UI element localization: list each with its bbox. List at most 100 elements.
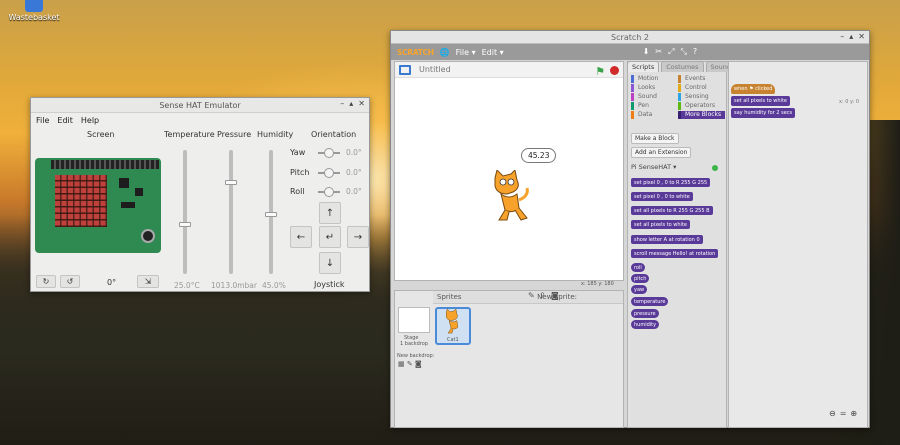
menu-help[interactable]: Help <box>81 116 99 125</box>
fullscreen-icon[interactable] <box>399 64 411 75</box>
project-title[interactable]: Untitled <box>419 65 451 74</box>
block-show-letter[interactable]: show letter A at rotation 0 <box>631 235 703 244</box>
category-data[interactable]: Data <box>631 111 678 119</box>
menu-file[interactable]: File <box>36 116 49 125</box>
block-set-pixel-rgb[interactable]: set pixel 0 , 0 to R 255 G 255 <box>631 178 711 187</box>
block-set-all-pixels-rgb[interactable]: set all pixels to R 255 G 255 B <box>631 206 713 215</box>
pitch-slider[interactable] <box>318 167 340 178</box>
category-sound[interactable]: Sound <box>631 93 678 101</box>
reporter-humidity[interactable]: humidity <box>631 320 660 329</box>
stage-thumbnail[interactable] <box>398 307 430 333</box>
editor-tabs: Scripts Costumes Sounds <box>627 61 740 72</box>
stage[interactable]: Untitled ⚑ 45.23 <box>394 61 624 281</box>
paint-backdrop-icon[interactable]: ▦ ✎ ◙ <box>398 361 422 368</box>
duplicate-icon[interactable]: ⬇ <box>643 47 650 57</box>
yaw-value: 0.0° <box>346 148 362 157</box>
scratch-window: Scratch 2 – ▴ ✕ SCRATCH 🌐 File ▾ Edit ▾ … <box>390 30 870 428</box>
reporter-temperature[interactable]: temperature <box>631 297 669 306</box>
desktop-icon-wastebasket[interactable]: Wastebasket <box>8 0 60 22</box>
humidity-slider[interactable] <box>265 150 277 274</box>
script-say-humidity[interactable]: say humidity for 2 secs <box>731 108 796 118</box>
block-scroll-message[interactable]: scroll message Hello! at rotation <box>631 249 719 258</box>
pressure-slider-knob[interactable] <box>225 180 237 185</box>
pressure-header: Pressure <box>217 130 252 139</box>
menu-edit[interactable]: Edit ▾ <box>482 48 504 57</box>
temperature-slider-knob[interactable] <box>179 222 191 227</box>
category-more-blocks[interactable]: More Blocks <box>678 111 725 119</box>
category-looks[interactable]: Looks <box>631 84 678 92</box>
close-icon[interactable]: ✕ <box>358 99 365 108</box>
script-set-all-pixels[interactable]: set all pixels to white <box>731 96 790 106</box>
reporter-yaw[interactable]: yaw <box>631 285 648 294</box>
temperature-slider[interactable] <box>179 150 191 274</box>
upload-sprite-icon[interactable]: ⇪ <box>539 292 546 300</box>
joystick-enter-button[interactable]: ↵ <box>319 226 341 248</box>
roll-slider[interactable] <box>318 186 340 197</box>
zoom-in-icon[interactable]: ⊕ <box>850 409 857 418</box>
paint-sprite-icon[interactable]: ✎ <box>528 292 535 300</box>
sense-hat-titlebar[interactable]: Sense HAT Emulator – ▴ ✕ <box>31 98 369 113</box>
category-motion[interactable]: Motion <box>631 75 678 83</box>
roll-value: 0.0° <box>346 187 362 196</box>
scratch-titlebar[interactable]: Scratch 2 – ▴ ✕ <box>391 31 869 44</box>
menu-edit[interactable]: Edit <box>57 116 73 125</box>
green-flag-icon[interactable]: ⚑ <box>595 65 605 78</box>
sense-hat-window: Sense HAT Emulator – ▴ ✕ File Edit Help … <box>30 97 370 292</box>
sprite-thumbnail-cat1[interactable]: Cat1 <box>435 307 471 345</box>
stage-header: Untitled ⚑ <box>395 62 623 78</box>
pressure-slider[interactable] <box>225 150 237 274</box>
scratch-cat-sprite[interactable] <box>487 170 531 224</box>
yaw-slider[interactable] <box>318 147 340 158</box>
category-sensing[interactable]: Sensing <box>678 93 725 101</box>
minimize-icon[interactable]: – <box>840 32 844 41</box>
humidity-header: Humidity <box>257 130 294 139</box>
grow-icon[interactable]: ⤢ <box>668 47 674 57</box>
menu-file[interactable]: File ▾ <box>456 48 476 57</box>
make-a-block-button[interactable]: Make a Block <box>631 133 679 144</box>
camera-sprite-icon[interactable]: ◙ <box>551 292 559 300</box>
joystick-up-button[interactable]: ↑ <box>319 202 341 224</box>
block-set-all-pixels-color[interactable]: set all pixels to white <box>631 220 690 229</box>
zoom-reset-icon[interactable]: = <box>840 409 847 418</box>
window-title: Scratch 2 <box>611 32 649 42</box>
joystick-left-button[interactable]: ← <box>290 226 312 248</box>
reporter-roll[interactable]: roll <box>631 263 645 272</box>
desktop-icon-label: Wastebasket <box>8 13 60 22</box>
reporter-pitch[interactable]: pitch <box>631 274 650 283</box>
globe-icon[interactable]: 🌐 <box>440 48 450 57</box>
chip <box>119 178 129 188</box>
rotate-cw-button[interactable]: ↺ <box>60 275 80 288</box>
category-pen[interactable]: Pen <box>631 102 678 110</box>
wastebasket-icon <box>25 0 43 12</box>
extension-name[interactable]: Pi SenseHAT ▾ <box>631 163 676 171</box>
scratch-logo: SCRATCH <box>397 47 434 57</box>
zoom-out-icon[interactable]: ⊖ <box>829 409 836 418</box>
humidity-value: 45.0% <box>262 281 286 290</box>
maximize-icon[interactable]: ▴ <box>349 99 353 108</box>
reporter-pressure[interactable]: pressure <box>631 309 659 318</box>
roll-slider-knob[interactable] <box>324 186 334 197</box>
tab-costumes[interactable]: Costumes <box>661 61 704 72</box>
category-control[interactable]: Control <box>678 84 725 92</box>
cut-icon[interactable]: ✂ <box>655 47 662 57</box>
block-set-pixel-color[interactable]: set pixel 0 , 0 to white <box>631 192 693 201</box>
category-operators[interactable]: Operators <box>678 102 725 110</box>
help-icon[interactable]: ? <box>693 47 697 57</box>
category-events[interactable]: Events <box>678 75 725 83</box>
pressure-value: 1013.0mbar <box>211 281 257 290</box>
minimize-icon[interactable]: – <box>340 99 344 108</box>
yaw-slider-knob[interactable] <box>324 147 334 158</box>
stop-icon[interactable] <box>610 66 619 75</box>
rotate-ccw-button[interactable]: ↻ <box>36 275 56 288</box>
humidity-slider-knob[interactable] <box>265 212 277 217</box>
close-icon[interactable]: ✕ <box>858 32 865 41</box>
tab-scripts[interactable]: Scripts <box>627 61 660 72</box>
shrink-icon[interactable]: ⤡ <box>681 47 687 57</box>
script-when-flag-clicked[interactable]: when ⚑ clicked <box>731 84 776 94</box>
joystick-down-button[interactable]: ↓ <box>319 252 341 274</box>
add-extension-button[interactable]: Add an Extension <box>631 147 692 158</box>
joystick-right-button[interactable]: → <box>347 226 369 248</box>
collapse-button[interactable]: ⇲ <box>137 275 159 288</box>
pitch-slider-knob[interactable] <box>324 167 334 178</box>
maximize-icon[interactable]: ▴ <box>849 32 853 41</box>
